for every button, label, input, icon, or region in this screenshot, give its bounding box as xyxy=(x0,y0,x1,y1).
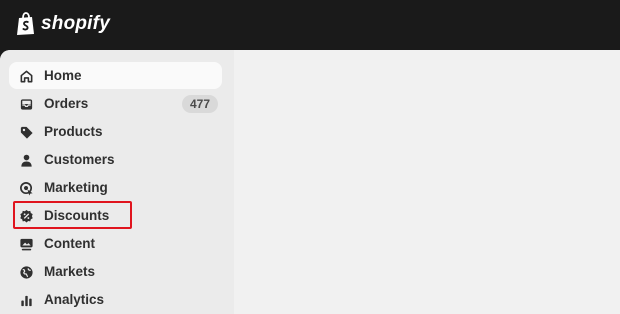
sidebar-item-label: Discounts xyxy=(44,208,110,223)
shopify-bag-icon xyxy=(16,12,36,36)
sidebar-item-home[interactable]: Home xyxy=(9,62,222,89)
discount-icon xyxy=(18,208,34,224)
tag-icon xyxy=(18,124,34,140)
sidebar-item-orders[interactable]: Orders 477 xyxy=(9,90,222,117)
sidebar-item-label: Customers xyxy=(44,152,115,167)
sidebar-item-discounts[interactable]: Discounts xyxy=(9,202,222,229)
orders-count-badge: 477 xyxy=(182,95,218,113)
main-content xyxy=(234,50,620,314)
person-icon xyxy=(18,152,34,168)
home-icon xyxy=(18,68,34,84)
content-icon xyxy=(18,236,34,252)
sidebar-item-content[interactable]: Content xyxy=(9,230,222,257)
sidebar-item-label: Products xyxy=(44,124,103,139)
sidebar-item-markets[interactable]: Markets xyxy=(9,258,222,285)
shopify-logo[interactable]: shopify xyxy=(16,11,110,37)
sidebar-item-label: Content xyxy=(44,236,95,251)
sidebar: Home Orders 477 Products Customers Marke… xyxy=(0,50,234,314)
bar-chart-icon xyxy=(18,292,34,308)
sidebar-item-label: Markets xyxy=(44,264,96,279)
sidebar-item-label: Home xyxy=(44,68,82,83)
sidebar-item-analytics[interactable]: Analytics xyxy=(9,286,222,313)
sidebar-item-label: Orders xyxy=(44,96,89,111)
sidebar-item-customers[interactable]: Customers xyxy=(9,146,222,173)
app-shell: Home Orders 477 Products Customers Marke… xyxy=(0,50,620,314)
inbox-icon xyxy=(18,96,34,112)
sidebar-item-marketing[interactable]: Marketing xyxy=(9,174,222,201)
brand-name: shopify xyxy=(41,13,110,34)
target-icon xyxy=(18,180,34,196)
sidebar-item-label: Analytics xyxy=(44,292,105,307)
sidebar-item-products[interactable]: Products xyxy=(9,118,222,145)
globe-icon xyxy=(18,264,34,280)
top-bar: shopify xyxy=(0,0,620,50)
sidebar-item-label: Marketing xyxy=(44,180,108,195)
